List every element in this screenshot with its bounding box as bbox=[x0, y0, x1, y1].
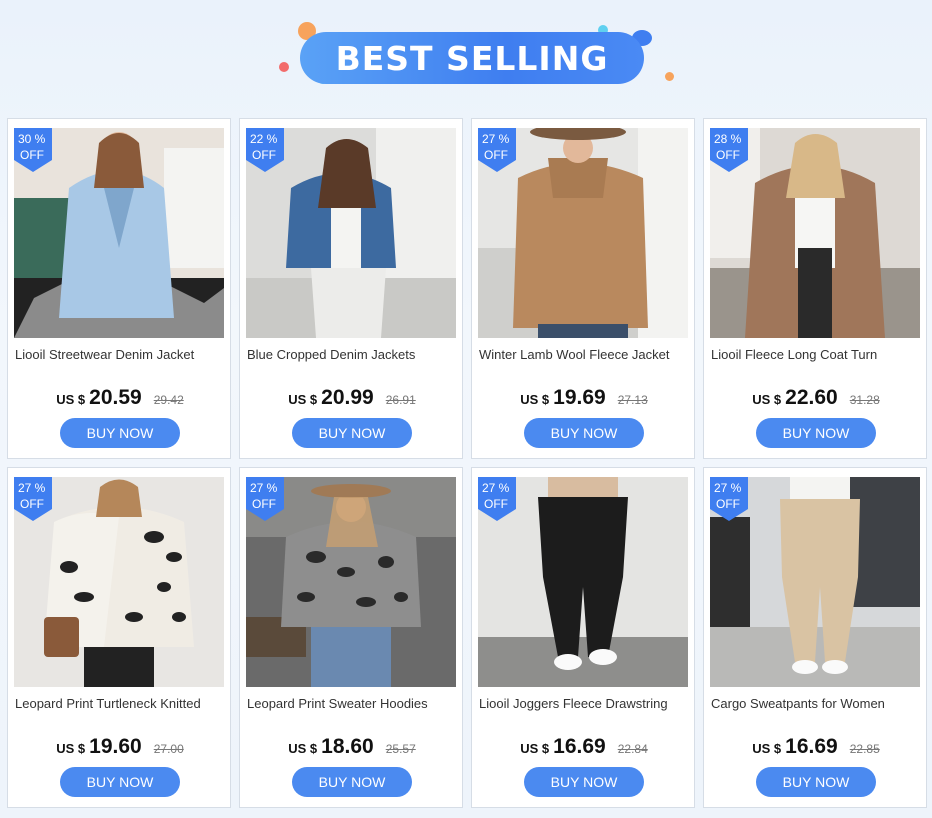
price: 22.60 bbox=[785, 386, 838, 409]
old-price: 29.42 bbox=[153, 393, 184, 407]
price-row: US $18.60 25.57 bbox=[240, 735, 464, 759]
buy-now-button[interactable]: BUY NOW bbox=[756, 418, 876, 448]
product-name[interactable]: Winter Lamb Wool Fleece Jacket bbox=[479, 347, 691, 362]
buy-now-button[interactable]: BUY NOW bbox=[524, 767, 644, 797]
currency: US $ bbox=[520, 392, 550, 407]
price: 19.69 bbox=[553, 386, 606, 409]
old-price: 25.57 bbox=[385, 742, 416, 756]
discount-percent: 27 % bbox=[482, 132, 510, 146]
discount-badge: 22 % OFF bbox=[246, 128, 284, 172]
price: 20.59 bbox=[89, 386, 142, 409]
discount-off: OFF bbox=[484, 497, 508, 511]
currency: US $ bbox=[752, 741, 782, 756]
price-row: US $22.60 31.28 bbox=[704, 386, 928, 410]
product-card[interactable]: 27 % OFF Leopard Print Sweater Hoodies U… bbox=[239, 467, 463, 808]
product-name[interactable]: Liooil Streetwear Denim Jacket bbox=[15, 347, 227, 362]
product-card[interactable]: 27 % OFF Cargo Sweatpants for Women US $… bbox=[703, 467, 927, 808]
product-name[interactable]: Blue Cropped Denim Jackets bbox=[247, 347, 459, 362]
currency: US $ bbox=[56, 392, 86, 407]
old-price: 27.00 bbox=[153, 742, 184, 756]
discount-badge: 27 % OFF bbox=[246, 477, 284, 521]
product-card[interactable]: 27 % OFF Leopard Print Turtleneck Knitte… bbox=[7, 467, 231, 808]
discount-badge: 27 % OFF bbox=[478, 128, 516, 172]
currency: US $ bbox=[288, 392, 318, 407]
product-card[interactable]: 27 % OFF Winter Lamb Wool Fleece Jacket … bbox=[471, 118, 695, 459]
decor-dot bbox=[665, 72, 674, 81]
discount-percent: 27 % bbox=[250, 481, 278, 495]
banner-title: BEST SELLING bbox=[335, 38, 609, 78]
price: 18.60 bbox=[321, 735, 374, 758]
price: 20.99 bbox=[321, 386, 374, 409]
discount-badge: 27 % OFF bbox=[478, 477, 516, 521]
currency: US $ bbox=[288, 741, 318, 756]
old-price: 22.84 bbox=[617, 742, 648, 756]
product-name[interactable]: Cargo Sweatpants for Women bbox=[711, 696, 923, 711]
product-card[interactable]: 28 % OFF Liooil Fleece Long Coat Turn US… bbox=[703, 118, 927, 459]
product-name[interactable]: Liooil Joggers Fleece Drawstring bbox=[479, 696, 691, 711]
discount-badge: 27 % OFF bbox=[710, 477, 748, 521]
discount-percent: 27 % bbox=[18, 481, 46, 495]
price-row: US $16.69 22.85 bbox=[704, 735, 928, 759]
product-grid: 30 % OFF Liooil Streetwear Denim Jacket … bbox=[7, 118, 927, 808]
price-row: US $20.59 29.42 bbox=[8, 386, 232, 410]
discount-percent: 27 % bbox=[714, 481, 742, 495]
price: 19.60 bbox=[89, 735, 142, 758]
product-card[interactable]: 30 % OFF Liooil Streetwear Denim Jacket … bbox=[7, 118, 231, 459]
banner-pill: BEST SELLING bbox=[300, 32, 644, 84]
discount-off: OFF bbox=[484, 148, 508, 162]
price: 16.69 bbox=[553, 735, 606, 758]
old-price: 26.91 bbox=[385, 393, 416, 407]
discount-off: OFF bbox=[20, 497, 44, 511]
decor-dot bbox=[279, 62, 289, 72]
buy-now-button[interactable]: BUY NOW bbox=[60, 418, 180, 448]
product-card[interactable]: 22 % OFF Blue Cropped Denim Jackets US $… bbox=[239, 118, 463, 459]
buy-now-button[interactable]: BUY NOW bbox=[292, 418, 412, 448]
best-selling-banner: BEST SELLING bbox=[0, 0, 932, 110]
price-row: US $20.99 26.91 bbox=[240, 386, 464, 410]
product-card[interactable]: 27 % OFF Liooil Joggers Fleece Drawstrin… bbox=[471, 467, 695, 808]
currency: US $ bbox=[752, 392, 782, 407]
discount-percent: 27 % bbox=[482, 481, 510, 495]
discount-percent: 30 % bbox=[18, 132, 46, 146]
discount-off: OFF bbox=[252, 148, 276, 162]
discount-percent: 28 % bbox=[714, 132, 742, 146]
old-price: 22.85 bbox=[849, 742, 880, 756]
old-price: 27.13 bbox=[617, 393, 648, 407]
price: 16.69 bbox=[785, 735, 838, 758]
discount-off: OFF bbox=[252, 497, 276, 511]
discount-percent: 22 % bbox=[250, 132, 278, 146]
old-price: 31.28 bbox=[849, 393, 880, 407]
discount-badge: 30 % OFF bbox=[14, 128, 52, 172]
discount-badge: 27 % OFF bbox=[14, 477, 52, 521]
product-name[interactable]: Liooil Fleece Long Coat Turn bbox=[711, 347, 923, 362]
buy-now-button[interactable]: BUY NOW bbox=[524, 418, 644, 448]
product-name[interactable]: Leopard Print Sweater Hoodies bbox=[247, 696, 459, 711]
buy-now-button[interactable]: BUY NOW bbox=[756, 767, 876, 797]
discount-off: OFF bbox=[716, 497, 740, 511]
discount-badge: 28 % OFF bbox=[710, 128, 748, 172]
currency: US $ bbox=[56, 741, 86, 756]
buy-now-button[interactable]: BUY NOW bbox=[292, 767, 412, 797]
discount-off: OFF bbox=[716, 148, 740, 162]
product-name[interactable]: Leopard Print Turtleneck Knitted bbox=[15, 696, 227, 711]
price-row: US $16.69 22.84 bbox=[472, 735, 696, 759]
price-row: US $19.60 27.00 bbox=[8, 735, 232, 759]
buy-now-button[interactable]: BUY NOW bbox=[60, 767, 180, 797]
currency: US $ bbox=[520, 741, 550, 756]
discount-off: OFF bbox=[20, 148, 44, 162]
price-row: US $19.69 27.13 bbox=[472, 386, 696, 410]
